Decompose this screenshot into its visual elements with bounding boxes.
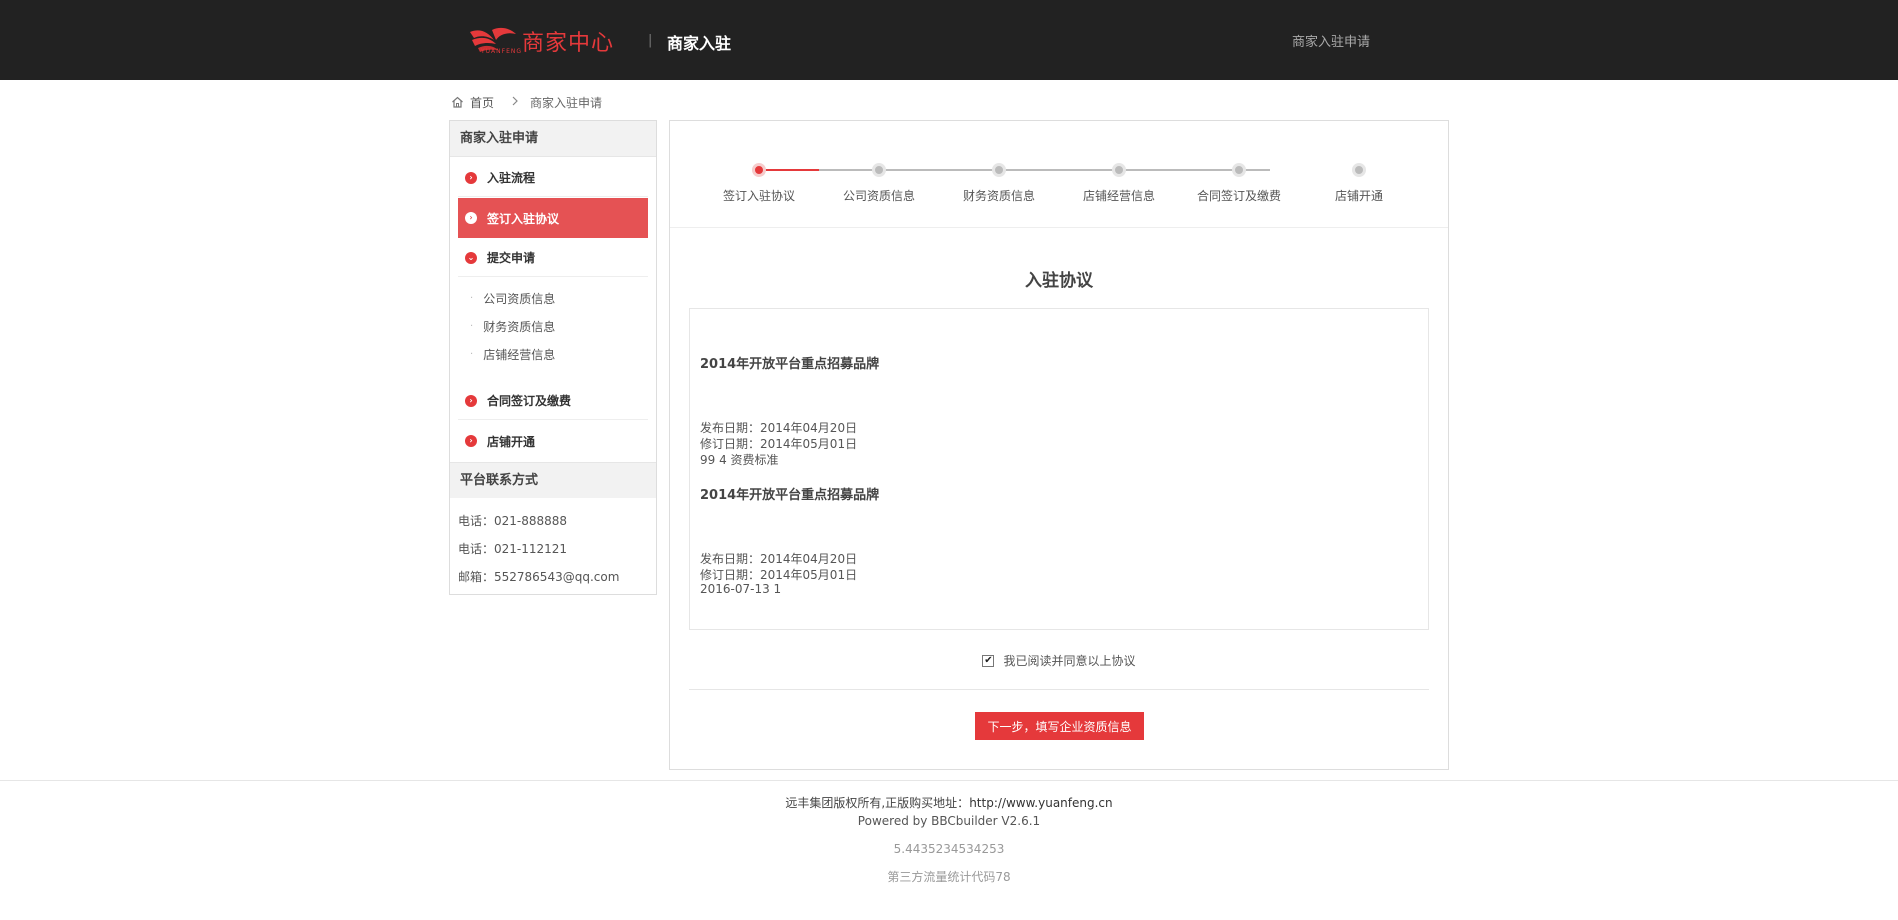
footer-copyright-text: 远丰集团版权所有,正版购买地址： [785,796,970,810]
sidebar-subitem-label: 财务资质信息 [483,320,556,334]
breadcrumb-current: 商家入驻申请 [530,95,603,110]
agreement-content[interactable]: 2014年开放平台重点招募品牌 发布日期：2014年04月20日 修订日期：20… [689,308,1429,630]
sidebar-item-sign-agreement[interactable]: › 签订入驻协议 [458,198,648,238]
sidebar-subitem-label: 公司资质信息 [483,292,556,306]
breadcrumb: 首页 商家入驻申请 [451,92,602,112]
sidebar-item-label: 入驻流程 [487,171,536,185]
footer-divider [0,780,1898,781]
chevron-right-icon [512,95,518,109]
header-title: 商家入驻 [667,34,732,53]
step-dot-6 [1352,163,1366,177]
step-dot-2 [872,163,886,177]
footer-url-link[interactable]: http://www.yuanfeng.cn [969,796,1112,810]
top-header: 商家中心 YUANFENG | 商家入驻 商家入驻申请 [0,0,1898,80]
step-dot-3 [992,163,1006,177]
step-label-4: 店铺经营信息 [1082,189,1155,203]
sidebar-item-process[interactable]: › 入驻流程 [458,159,648,197]
sidebar-item-label: 店铺开通 [487,434,536,449]
agreement-line: 发布日期：2014年04月20日 [700,552,858,566]
step-label-6: 店铺开通 [1334,189,1383,203]
sidebar-subitem-finance[interactable]: · 财务资质信息 [470,318,555,335]
progress-steps: 签订入驻协议 公司资质信息 财务资质信息 店铺经营信息 合同签订及缴费 店铺开通 [670,121,1448,228]
chevron-right-icon: › [465,435,477,447]
chevron-right-icon: › [465,394,477,407]
contact-email: 邮箱：552786543@qq.com [458,570,620,584]
step-dot-1 [752,163,766,177]
agree-checkbox[interactable]: ✔ [982,654,995,667]
agreement-line: 发布日期：2014年04月20日 [700,421,858,435]
chevron-right-icon: › [465,171,477,184]
sidebar: 商家入驻申请 › 入驻流程 › 签订入驻协议 ⌄ 提交申请 · 公司资质信息 ·… [449,120,657,595]
sidebar-heading: 商家入驻申请 [450,121,656,157]
agree-checkbox-label: 我已阅读并同意以上协议 [1003,654,1136,668]
step-label-1: 签订入驻协议 [722,189,795,203]
contact-heading: 平台联系方式 [450,462,656,498]
footer-stats: 第三方流量统计代码78 [887,870,1011,884]
logo-text: 商家中心 [522,31,615,56]
breadcrumb-home-label: 首页 [470,95,495,110]
step-label-2: 公司资质信息 [842,189,915,203]
next-step-button[interactable]: 下一步，填写企业资质信息 [975,712,1144,740]
bullet-icon: · [470,293,474,304]
sidebar-subitem-company[interactable]: · 公司资质信息 [470,290,555,307]
sidebar-item-store-open[interactable]: › 店铺开通 [458,422,648,460]
sidebar-item-label: 签订入驻协议 [487,211,560,226]
step-progress-line [759,169,819,171]
header-separator: | [648,33,653,48]
contact-phone-2: 电话：021-112121 [458,542,568,556]
divider [689,689,1429,690]
agreement-heading: 2014年开放平台重点招募品牌 [700,488,880,503]
footer-copyright: 远丰集团版权所有,正版购买地址：http://www.yuanfeng.cn [0,794,1898,811]
header-apply-link[interactable]: 商家入驻申请 [1292,31,1370,50]
sidebar-item-submit-application[interactable]: ⌄ 提交申请 [458,239,648,277]
contact-phone-1: 电话：021-888888 [458,514,568,528]
bullet-icon: · [470,321,474,332]
agree-checkbox-row[interactable]: ✔ 我已阅读并同意以上协议 [670,652,1448,669]
agreement-line: 修订日期：2014年05月01日 [700,437,858,451]
chevron-right-icon: › [465,212,477,224]
step-dot-4 [1112,163,1126,177]
agreement-line: 修订日期：2014年05月01日 [700,568,858,582]
agreement-line: 2016-07-13 1 [700,582,782,596]
bullet-icon: · [470,349,474,360]
sidebar-subitem-store[interactable]: · 店铺经营信息 [470,346,555,363]
sidebar-item-label: 提交申请 [487,251,536,265]
footer-number: 5.4435234534253 [893,842,1005,856]
sidebar-item-contract[interactable]: › 合同签订及缴费 [458,382,648,420]
home-icon [452,96,463,108]
chevron-down-icon: ⌄ [465,251,477,264]
sidebar-subitem-label: 店铺经营信息 [483,348,556,362]
agreement-title: 入驻协议 [1025,271,1093,291]
breadcrumb-home[interactable]: 首页 [451,94,494,111]
footer-powered: Powered by BBCbuilder V2.6.1 [857,814,1041,828]
logo-subtext: YUANFENG [481,48,523,55]
step-label-3: 财务资质信息 [962,189,1035,203]
step-dot-5 [1232,163,1246,177]
main-panel: 签订入驻协议 公司资质信息 财务资质信息 店铺经营信息 合同签订及缴费 店铺开通… [669,120,1449,770]
sidebar-item-label: 合同签订及缴费 [487,394,572,408]
agreement-line: 99 4 资费标准 [700,453,779,467]
agreement-heading: 2014年开放平台重点招募品牌 [700,357,880,372]
step-label-5: 合同签订及缴费 [1196,189,1281,203]
step-track-line [819,169,1270,171]
